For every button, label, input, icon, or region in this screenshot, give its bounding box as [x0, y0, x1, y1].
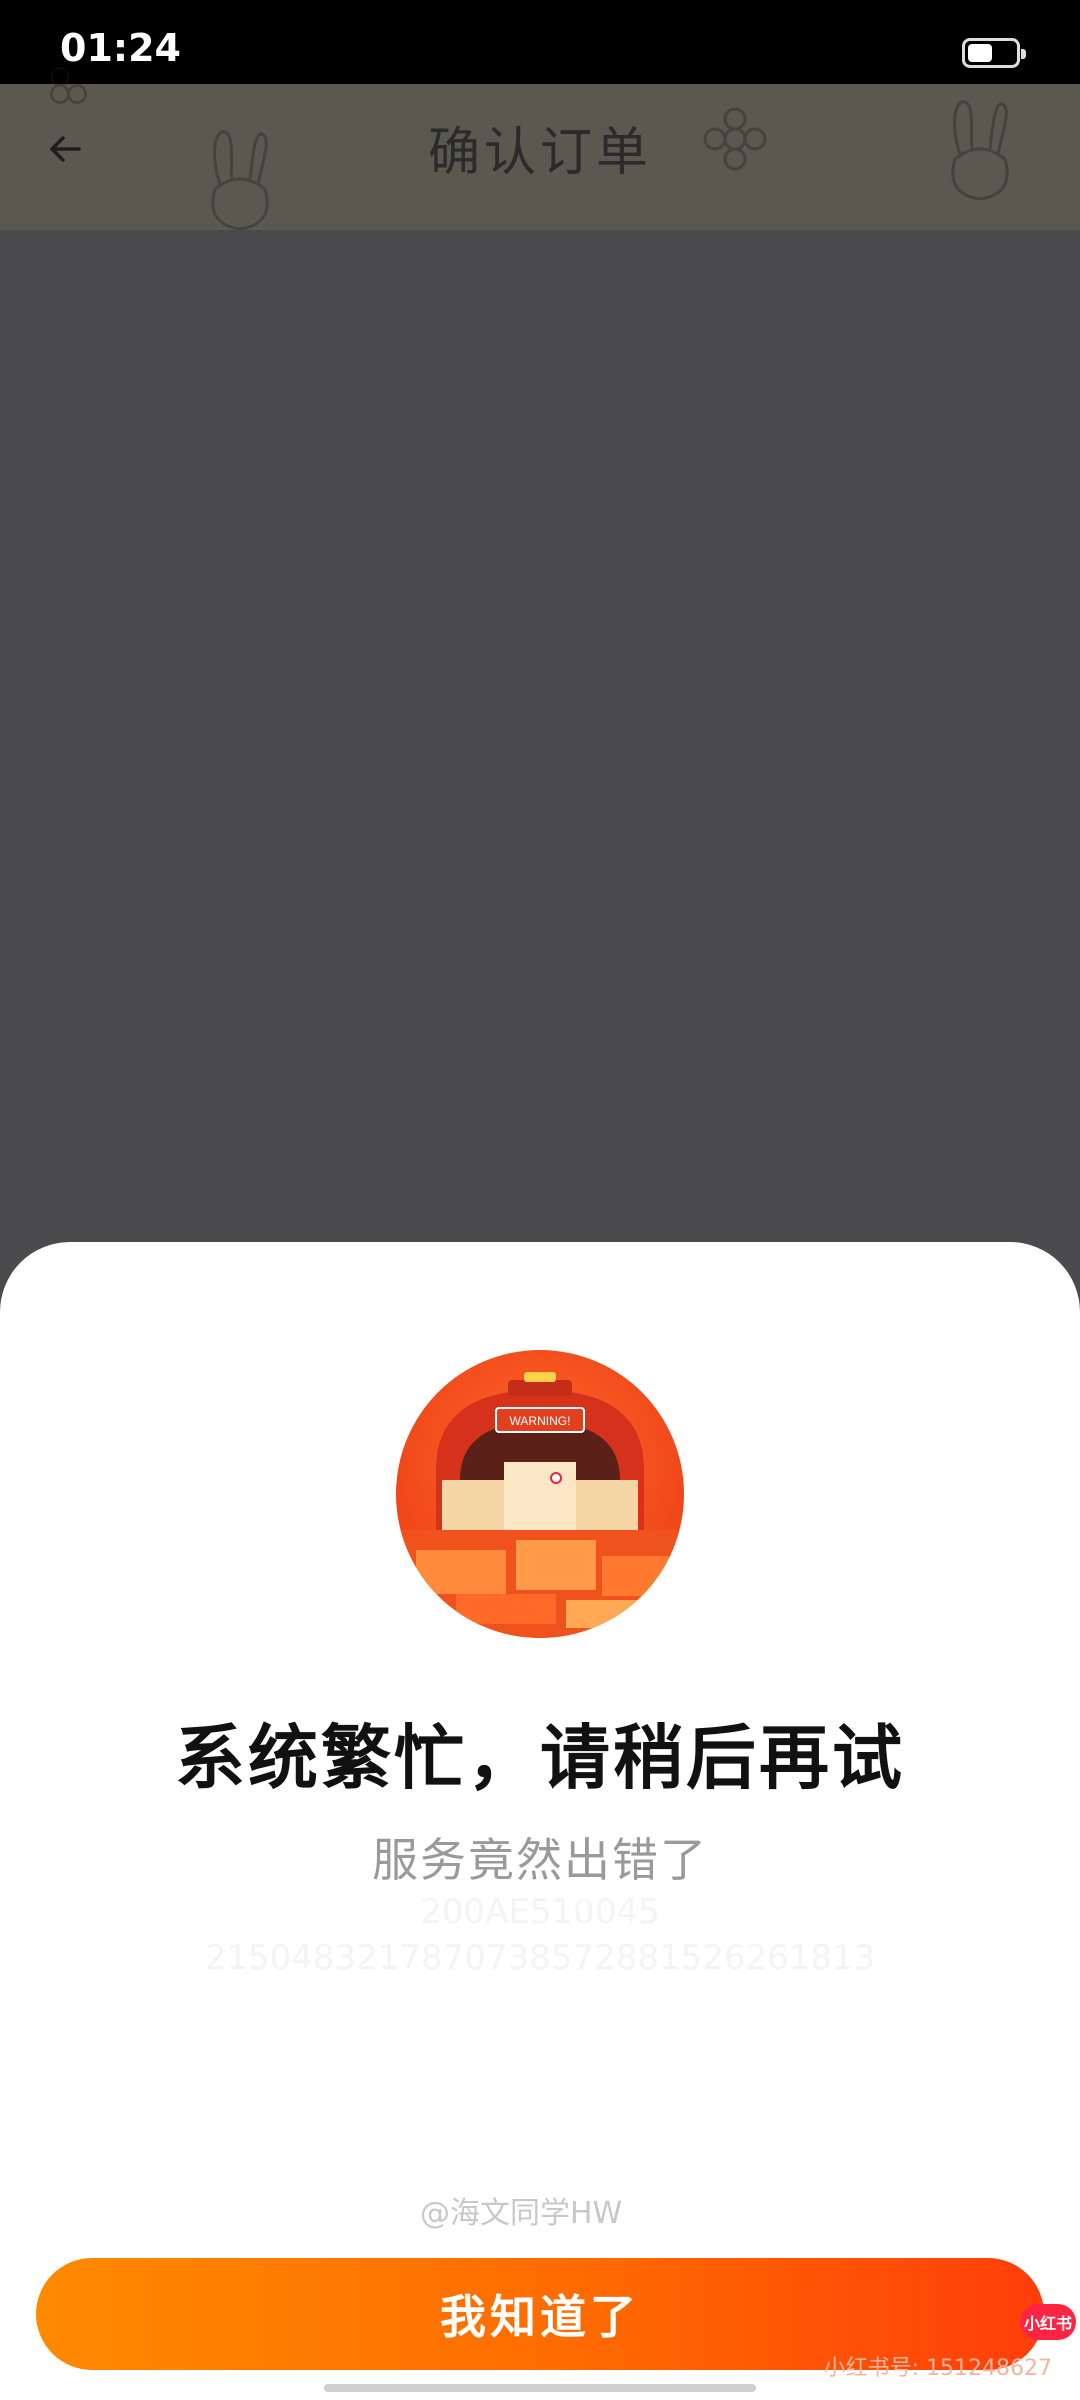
header-bar: 确认订单	[0, 67, 1080, 231]
rabbit-decoration-icon	[951, 100, 1009, 201]
warning-truck-illustration: WARNING!	[396, 1350, 684, 1638]
error-subtitle: 服务竟然出错了	[372, 1833, 708, 1887]
battery-icon	[962, 38, 1026, 68]
rabbit-decoration-icon	[211, 130, 269, 231]
xhs-watermark: 小红书号: 151248627	[823, 2356, 1052, 2381]
modal-overlay[interactable]	[0, 230, 1080, 1250]
page-title: 确认订单	[427, 123, 652, 183]
weibo-watermark: @海文同学HW	[420, 2196, 623, 2231]
error-trace-id: 2150483217870738572881526261813	[204, 1938, 876, 1978]
home-indicator[interactable]	[324, 2384, 756, 2392]
flower-decoration-icon	[50, 67, 87, 104]
flower-decoration-icon	[703, 107, 767, 171]
xhs-logo-badge: 小红书	[1020, 2304, 1076, 2340]
error-title: 系统繁忙，请稍后再试	[175, 1717, 905, 1799]
error-code: 200AE510045	[420, 1892, 660, 1932]
status-bar: 01:24	[0, 0, 1080, 84]
warning-sign-text: WARNING!	[510, 1414, 571, 1428]
